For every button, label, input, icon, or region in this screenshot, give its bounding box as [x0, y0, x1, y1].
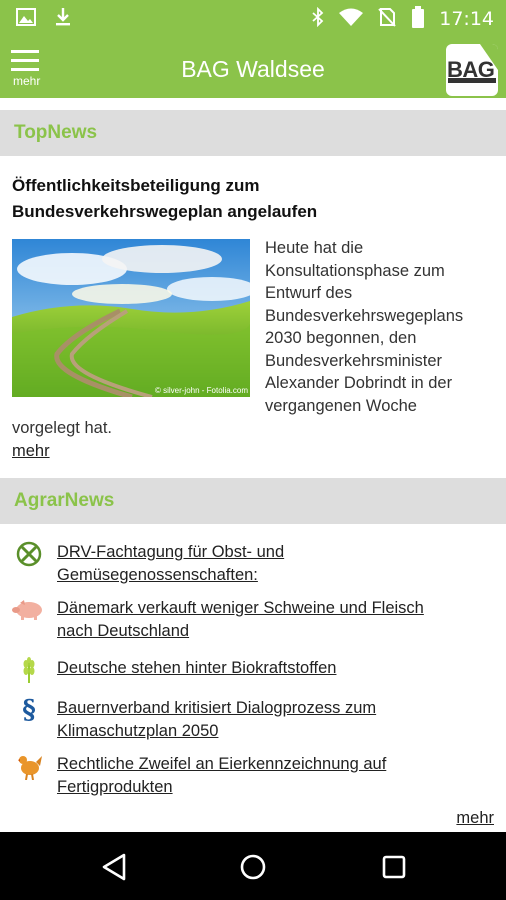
- agrar-news-item[interactable]: Deutsche stehen hinter Biokraftstoffen: [12, 657, 492, 683]
- topnews-more-link[interactable]: mehr: [12, 442, 50, 461]
- topnews-image[interactable]: © silver-john - Fotolia.com: [12, 239, 250, 397]
- no-sim-icon: [377, 7, 397, 32]
- back-icon[interactable]: [100, 852, 130, 882]
- chicken-icon: [12, 753, 46, 780]
- topnews-teaser-end: vorgelegt hat.: [12, 419, 112, 437]
- agrarnews-more-link[interactable]: mehr: [456, 809, 494, 828]
- pig-icon: [12, 597, 46, 623]
- app-title: BAG Waldsee: [181, 56, 325, 82]
- paragraph-icon: §: [22, 695, 36, 725]
- bluetooth-icon: [311, 6, 325, 32]
- image-icon: [16, 7, 36, 31]
- home-icon[interactable]: [238, 852, 268, 882]
- topnews-teaser: Heute hat die Konsultationsphase zum Ent…: [265, 239, 464, 415]
- agrar-news-item[interactable]: Rechtliche Zweifel an Eierkennzeichnung …: [12, 753, 492, 799]
- logo-accent-shape: [480, 44, 498, 70]
- recents-icon[interactable]: [380, 852, 410, 882]
- agrar-news-item[interactable]: DRV-Fachtagung für Obst- und Gemüsegenos…: [12, 541, 492, 587]
- system-nav-bar: [0, 832, 506, 900]
- crossed-circle-icon: [12, 541, 46, 567]
- topnews-title[interactable]: Öffentlichkeitsbeteiligung zum Bundesver…: [12, 173, 492, 225]
- download-icon: [54, 7, 72, 32]
- clock: 17:14: [439, 8, 494, 30]
- agrar-news-item[interactable]: § Bauernverband kritisiert Dialogprozess…: [12, 697, 492, 743]
- status-bar: 17:14: [0, 0, 506, 38]
- app-toolbar: mehr BAG Waldsee BAG: [0, 38, 506, 98]
- battery-icon: [411, 5, 425, 33]
- agrar-news-item[interactable]: Dänemark verkauft weniger Schweine und F…: [12, 597, 492, 643]
- bag-logo[interactable]: BAG: [446, 44, 498, 96]
- wheat-icon: [12, 657, 46, 683]
- topnews-header: TopNews: [0, 110, 506, 156]
- wifi-icon: [339, 8, 364, 31]
- agrarnews-header: AgrarNews: [0, 478, 506, 524]
- image-caption: © silver-john - Fotolia.com: [155, 386, 248, 395]
